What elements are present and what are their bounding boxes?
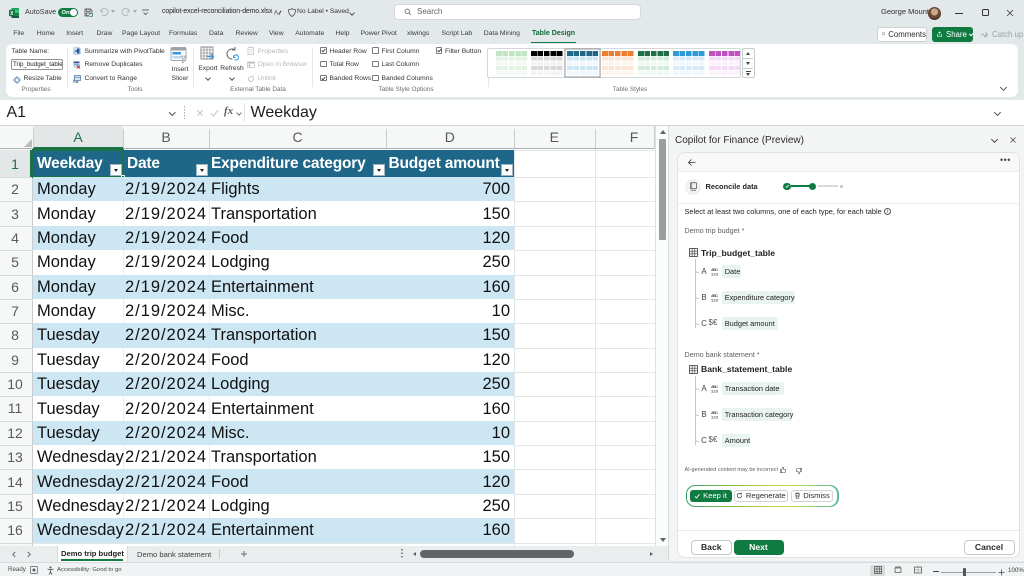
svg-text:123: 123 — [711, 414, 719, 419]
svg-text:123: 123 — [711, 272, 719, 277]
svg-text:123: 123 — [711, 388, 719, 393]
svg-text:123: 123 — [711, 297, 719, 302]
svg-text:A: A — [274, 11, 278, 17]
